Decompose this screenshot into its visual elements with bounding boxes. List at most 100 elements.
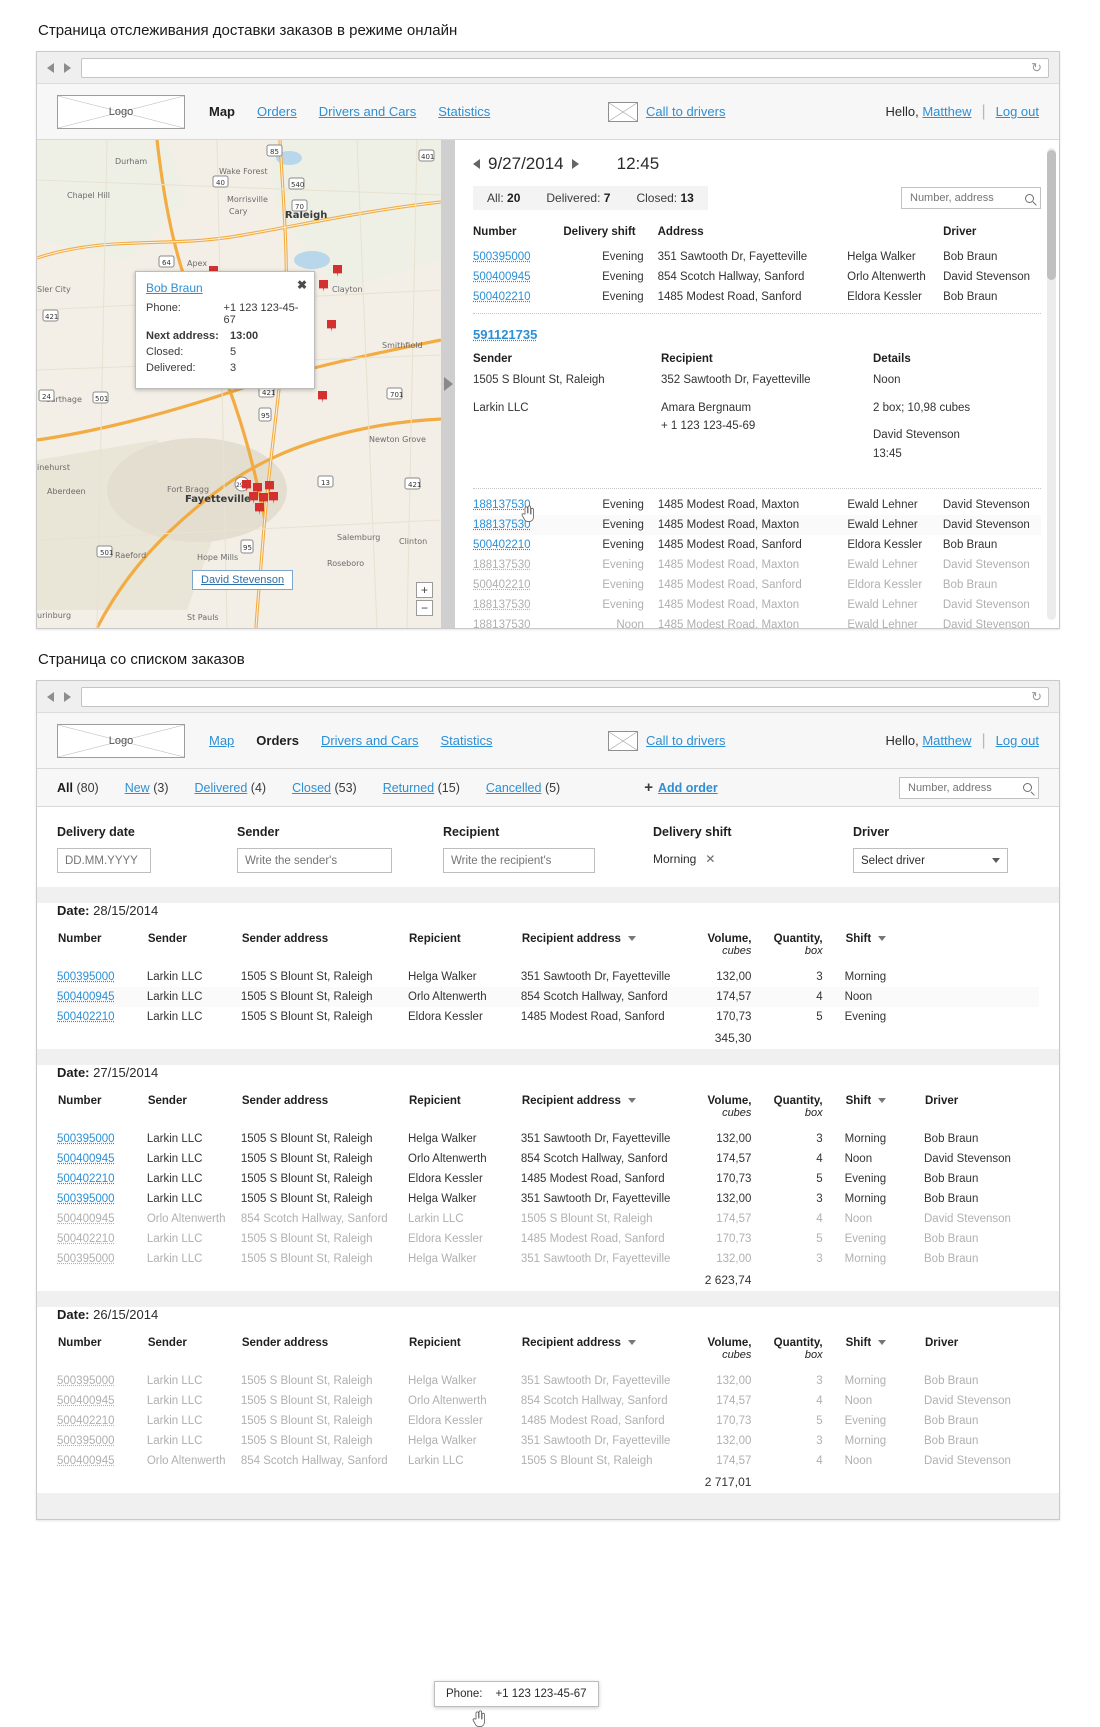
back-arrow-icon[interactable] <box>47 63 54 73</box>
call-to-drivers[interactable]: Call to drivers <box>608 731 725 751</box>
order-number-link[interactable]: 500395000 <box>57 1435 115 1447</box>
reload-icon[interactable]: ↻ <box>1031 60 1042 76</box>
tab-delivered[interactable]: Delivered (4) <box>194 781 266 795</box>
table-row[interactable]: 188137530 Evening 1485 Modest Road, Maxt… <box>473 595 1041 615</box>
table-row[interactable]: 500400945 Larkin LLC 1505 S Blount St, R… <box>57 987 1039 1007</box>
order-number-link[interactable]: 500400945 <box>57 1153 115 1165</box>
col-recipient-address[interactable]: Recipient address <box>521 1336 694 1371</box>
table-row[interactable]: 500400945 Larkin LLC 1505 S Blount St, R… <box>57 1149 1039 1169</box>
table-row[interactable]: 500395000 Larkin LLC 1505 S Blount St, R… <box>57 1431 1039 1451</box>
order-number-link[interactable]: 500402210 <box>473 579 531 591</box>
nav-item-orders[interactable]: Orders <box>256 733 299 748</box>
tab-closed[interactable]: Closed (53) <box>292 781 357 795</box>
detail-order-number-link[interactable]: 591121735 <box>473 327 537 342</box>
zoom-in-button[interactable]: + <box>416 582 433 598</box>
order-number-link[interactable]: 500395000 <box>473 251 531 263</box>
order-number-link[interactable]: 500402210 <box>57 1173 115 1185</box>
tab-new[interactable]: New (3) <box>125 781 169 795</box>
table-row[interactable]: 188137530 Evening 1485 Modest Road, Maxt… <box>473 515 1041 535</box>
col-shift[interactable]: Shift <box>845 1336 924 1371</box>
tab-cancelled[interactable]: Cancelled (5) <box>486 781 560 795</box>
scrollbar-thumb[interactable] <box>1047 150 1056 280</box>
user-name-link[interactable]: Matthew <box>922 104 971 119</box>
sort-descending-icon[interactable] <box>878 1098 886 1103</box>
table-row[interactable]: 500400945 Evening 854 Scotch Hallway, Sa… <box>473 267 1041 287</box>
order-number-link[interactable]: 500402210 <box>473 291 531 303</box>
logo[interactable]: Logo <box>57 95 185 129</box>
table-row[interactable]: 500395000 Larkin LLC 1505 S Blount St, R… <box>57 1129 1039 1149</box>
table-row[interactable]: 500395000 Larkin LLC 1505 S Blount St, R… <box>57 1371 1039 1391</box>
logo[interactable]: Logo <box>57 724 185 758</box>
table-row[interactable]: 188137530 Noon 1485 Modest Road, Maxton … <box>473 615 1041 628</box>
table-row[interactable]: 500402210 Evening 1485 Modest Road, Sanf… <box>473 287 1041 307</box>
reload-icon[interactable]: ↻ <box>1031 689 1042 705</box>
table-row[interactable]: 500395000 Evening 351 Sawtooth Dr, Fayet… <box>473 247 1041 267</box>
nav-item-drivers-and-cars[interactable]: Drivers and Cars <box>321 733 419 748</box>
sort-descending-icon[interactable] <box>628 1340 636 1345</box>
sort-descending-icon[interactable] <box>628 1098 636 1103</box>
search-icon[interactable] <box>1025 194 1034 203</box>
tracking-search-input[interactable] <box>908 191 1021 205</box>
sort-descending-icon[interactable] <box>628 936 636 941</box>
map-view[interactable]: Durham Wake Forest Chapel Hill Morrisvil… <box>37 140 441 628</box>
tracking-scrollbar[interactable] <box>1047 148 1056 620</box>
order-number-link[interactable]: 500395000 <box>57 971 115 983</box>
order-number-link[interactable]: 500402210 <box>57 1233 115 1245</box>
tab-all[interactable]: All (80) <box>57 781 99 795</box>
table-row[interactable]: 500395000 Larkin LLC 1505 S Blount St, R… <box>57 1189 1039 1209</box>
nav-item-orders[interactable]: Orders <box>257 104 297 119</box>
browser-nav-arrows[interactable] <box>47 63 71 73</box>
call-to-drivers[interactable]: Call to drivers <box>608 102 725 122</box>
popup-driver-name[interactable]: Bob Braun <box>146 281 304 295</box>
recipient-input[interactable] <box>443 848 595 873</box>
logout-link[interactable]: Log out <box>996 733 1039 748</box>
order-number-link[interactable]: 500400945 <box>473 271 531 283</box>
call-to-drivers-link[interactable]: Call to drivers <box>646 733 725 748</box>
search-icon[interactable] <box>1023 783 1032 792</box>
order-number-link[interactable]: 188137530 <box>473 619 531 628</box>
tab-returned[interactable]: Returned (15) <box>383 781 460 795</box>
table-row[interactable]: 500400945 Orlo Altenwerth 854 Scotch Hal… <box>57 1209 1039 1229</box>
add-order-button[interactable]: + Add order <box>644 779 718 796</box>
sort-descending-icon[interactable] <box>878 936 886 941</box>
order-number-link[interactable]: 188137530 <box>473 559 531 571</box>
nav-item-statistics[interactable]: Statistics <box>438 104 490 119</box>
table-row[interactable]: 188137530 Evening 1485 Modest Road, Maxt… <box>473 555 1041 575</box>
order-number-link[interactable]: 500395000 <box>57 1253 115 1265</box>
nav-item-statistics[interactable]: Statistics <box>440 733 492 748</box>
back-arrow-icon[interactable] <box>47 692 54 702</box>
table-row[interactable]: 500402210 Evening 1485 Modest Road, Sanf… <box>473 575 1041 595</box>
table-row[interactable]: 500395000 Larkin LLC 1505 S Blount St, R… <box>57 967 1039 987</box>
order-number-link[interactable]: 500400945 <box>57 1455 115 1467</box>
table-row[interactable]: 500400945 Orlo Altenwerth 854 Scotch Hal… <box>57 1451 1039 1471</box>
tracking-search-box[interactable] <box>901 187 1041 209</box>
sort-descending-icon[interactable] <box>878 1340 886 1345</box>
browser-nav-arrows-2[interactable] <box>47 692 71 702</box>
col-shift[interactable]: Shift <box>845 932 924 967</box>
table-row[interactable]: 500395000 Larkin LLC 1505 S Blount St, R… <box>57 1249 1039 1269</box>
address-bar-2[interactable]: ↻ <box>81 687 1049 707</box>
map-zoom-controls[interactable]: + − <box>416 582 433 618</box>
table-row[interactable]: 500400945 Larkin LLC 1505 S Blount St, R… <box>57 1391 1039 1411</box>
order-number-link[interactable]: 500402210 <box>57 1415 115 1427</box>
close-icon[interactable]: ✕ <box>705 852 715 866</box>
order-number-link[interactable]: 500402210 <box>57 1011 115 1023</box>
order-number-link[interactable]: 500395000 <box>57 1133 115 1145</box>
delivery-date-input[interactable] <box>57 848 151 873</box>
forward-arrow-icon[interactable] <box>64 692 71 702</box>
table-row[interactable]: 500402210 Larkin LLC 1505 S Blount St, R… <box>57 1169 1039 1189</box>
table-row[interactable]: 188137530 Evening 1485 Modest Road, Maxt… <box>473 495 1041 515</box>
order-number-link[interactable]: 500395000 <box>57 1375 115 1387</box>
col-recipient-address[interactable]: Recipient address <box>521 1094 694 1129</box>
address-bar[interactable]: ↻ <box>81 58 1049 78</box>
map-driver-label-david-stevenson[interactable]: David Stevenson <box>192 570 293 590</box>
order-number-link[interactable]: 500402210 <box>473 539 531 551</box>
logout-link[interactable]: Log out <box>996 104 1039 119</box>
user-name-link[interactable]: Matthew <box>922 733 971 748</box>
table-row[interactable]: 500402210 Larkin LLC 1505 S Blount St, R… <box>57 1229 1039 1249</box>
nav-item-map[interactable]: Map <box>209 733 234 748</box>
call-to-drivers-link[interactable]: Call to drivers <box>646 104 725 119</box>
next-day-icon[interactable] <box>572 159 579 169</box>
shift-chip[interactable]: Morning ✕ <box>653 848 853 866</box>
order-number-link[interactable]: 500400945 <box>57 991 115 1003</box>
